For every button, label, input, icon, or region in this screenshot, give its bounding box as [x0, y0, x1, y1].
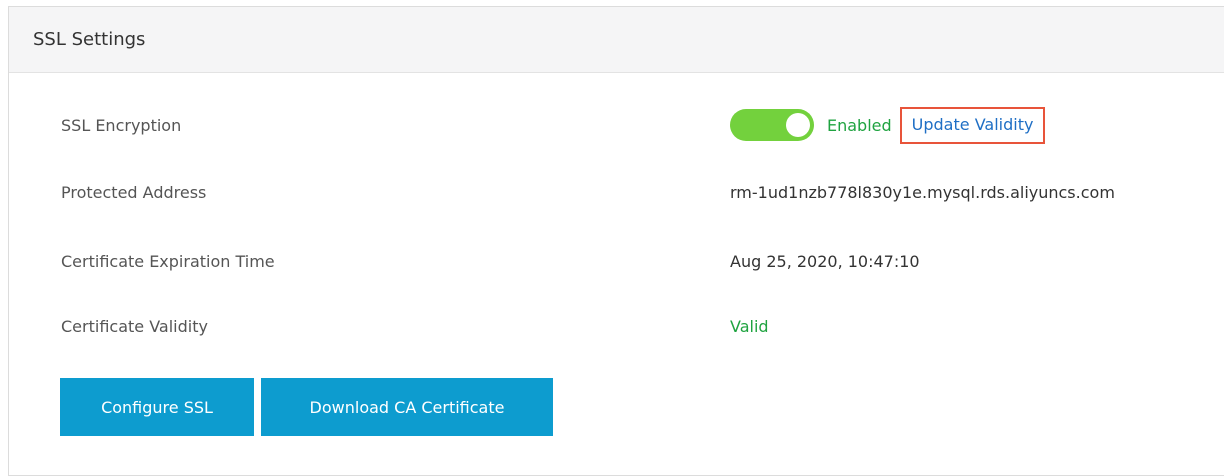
- certificate-expiration-label: Certificate Expiration Time: [61, 251, 275, 271]
- ssl-settings-panel: SSL Settings SSL Encryption Enabled Upda…: [8, 6, 1224, 476]
- panel-header: SSL Settings: [9, 7, 1224, 73]
- protected-address-label: Protected Address: [61, 182, 207, 202]
- update-validity-link[interactable]: Update Validity: [899, 106, 1046, 144]
- certificate-validity-value: Valid: [730, 316, 769, 336]
- ssl-encryption-control: Enabled Update Validity: [730, 106, 1046, 144]
- ssl-status-text: Enabled: [827, 115, 892, 135]
- configure-ssl-button[interactable]: Configure SSL: [60, 378, 254, 436]
- download-ca-certificate-button[interactable]: Download CA Certificate: [261, 378, 553, 436]
- certificate-expiration-value: Aug 25, 2020, 10:47:10: [730, 251, 920, 271]
- protected-address-value: rm-1ud1nzb778l830y1e.mysql.rds.aliyuncs.…: [730, 182, 1115, 202]
- ssl-encryption-toggle[interactable]: [730, 109, 814, 141]
- toggle-knob: [786, 113, 810, 137]
- certificate-validity-label: Certificate Validity: [61, 316, 208, 336]
- panel-title: SSL Settings: [33, 29, 146, 50]
- ssl-encryption-label: SSL Encryption: [61, 115, 182, 135]
